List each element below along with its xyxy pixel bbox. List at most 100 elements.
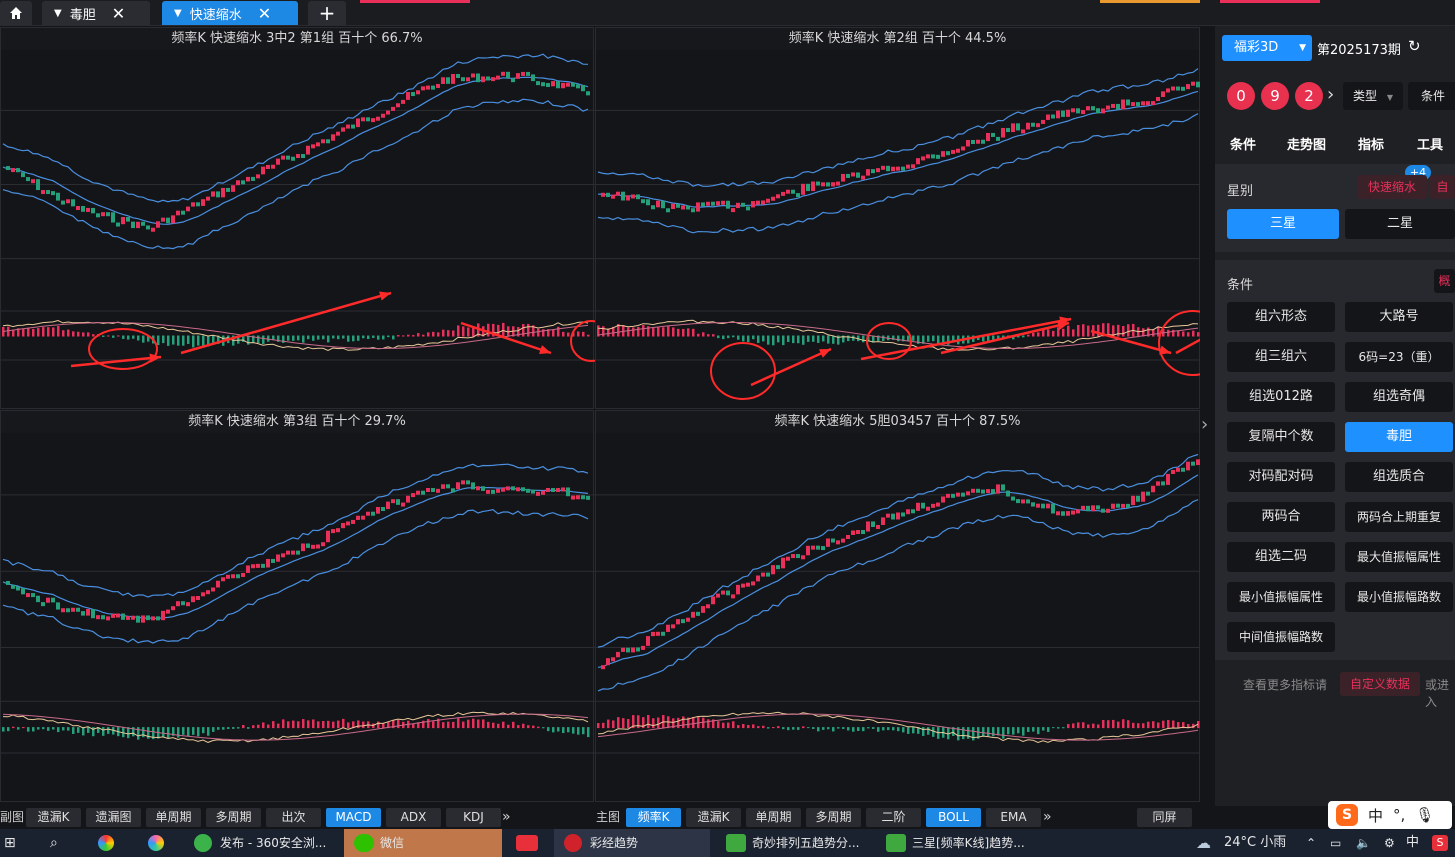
star-opt-two[interactable]: 二星: [1345, 209, 1455, 239]
star-opt-three[interactable]: 三星: [1227, 209, 1339, 239]
nav-tab-tools[interactable]: 工具: [1417, 134, 1443, 153]
ime-punct[interactable]: °,: [1393, 806, 1405, 824]
btn-adx[interactable]: ADX: [386, 808, 441, 827]
add-tab-button[interactable]: +: [308, 1, 346, 25]
candle: [121, 217, 125, 225]
search-icon[interactable]: ⌕: [50, 829, 58, 857]
condition-item[interactable]: 组三组六: [1227, 342, 1335, 372]
nav-tab-trend[interactable]: 走势图: [1287, 134, 1326, 153]
btn-danzhouqi[interactable]: 单周期: [146, 808, 201, 827]
refresh-icon[interactable]: ↻: [1408, 37, 1421, 55]
condition-item[interactable]: 6码=23（重）: [1345, 342, 1453, 372]
condition-item[interactable]: 中间值振幅路数: [1227, 622, 1335, 652]
ime-lang[interactable]: 中: [1368, 805, 1383, 826]
condition-more[interactable]: 概: [1434, 269, 1455, 293]
btn-kdj[interactable]: KDJ: [446, 808, 501, 827]
candle: [226, 187, 230, 192]
wps-icon[interactable]: [516, 835, 538, 851]
home-tab[interactable]: [0, 1, 32, 25]
type-dropdown[interactable]: 类型 ▼: [1343, 82, 1403, 110]
btn-yiloutu[interactable]: 遗漏图: [86, 808, 141, 827]
volume-icon[interactable]: 🔈: [1356, 829, 1371, 857]
condition-item[interactable]: 最大值振幅属性: [1345, 542, 1453, 572]
condition-item[interactable]: 两码合: [1227, 502, 1335, 532]
chart-pane-3[interactable]: 频率K 快速缩水 第3组 百十个 29.7%: [0, 410, 595, 802]
chevron-right-icon[interactable]: ›: [1201, 414, 1208, 435]
tray-icon[interactable]: ⚙: [1384, 829, 1395, 857]
btn-ema[interactable]: EMA: [986, 808, 1041, 827]
candle: [666, 208, 670, 213]
more-right-icon[interactable]: »: [1043, 808, 1052, 827]
candle: [946, 151, 950, 156]
app-icon-2[interactable]: [148, 835, 164, 851]
macd-bar: [557, 727, 560, 732]
same-screen-button[interactable]: 同屏: [1137, 808, 1192, 827]
condition-item[interactable]: 两码合上期重复: [1345, 502, 1453, 532]
panel-splitter[interactable]: ›: [1200, 26, 1215, 806]
condition-dropdown[interactable]: 条件: [1408, 82, 1455, 110]
tab-kuaisu[interactable]: ▼ 快速缩水 ✕: [162, 1, 298, 25]
macd-bar: [752, 724, 755, 729]
chart-pane-2[interactable]: 频率K 快速缩水 第2组 百十个 44.5%: [595, 27, 1201, 409]
btn-pinlvk[interactable]: 频率K: [626, 808, 681, 827]
condition-item[interactable]: 复隔中个数: [1227, 422, 1335, 452]
tag-custom[interactable]: 自: [1430, 175, 1455, 199]
condition-item[interactable]: 最小值振幅属性: [1227, 582, 1335, 612]
tab-dudan[interactable]: ▼ 毒胆 ✕: [42, 1, 150, 25]
condition-item[interactable]: 对码配对码: [1227, 462, 1335, 492]
nav-tab-conditions[interactable]: 条件: [1230, 134, 1256, 153]
sogou-tray-icon[interactable]: S: [1432, 835, 1448, 851]
btn-duozhouqi-main[interactable]: 多周期: [806, 808, 861, 827]
task-wechat[interactable]: 微信: [344, 829, 502, 857]
btn-duozhouqi[interactable]: 多周期: [206, 808, 261, 827]
macd-bar: [422, 334, 425, 337]
microphone-icon[interactable]: 🎙: [1415, 806, 1434, 824]
close-icon[interactable]: ✕: [258, 4, 271, 23]
chart-pane-1[interactable]: 频率K 快速缩水 3中2 第1组 百十个 66.7%: [0, 27, 595, 409]
condition-item[interactable]: 最小值振幅路数: [1345, 582, 1453, 612]
task-caijing[interactable]: 彩经趋势: [554, 829, 710, 857]
macd-bar: [842, 727, 845, 729]
custom-data-link[interactable]: 自定义数据: [1340, 672, 1420, 696]
btn-macd[interactable]: MACD: [326, 808, 381, 827]
pane-title: 频率K 快速缩水 5胆03457 百十个 87.5%: [596, 411, 1199, 433]
btn-chuci[interactable]: 出次: [266, 808, 321, 827]
tray-chevron-icon[interactable]: ⌃: [1306, 829, 1316, 857]
candle: [26, 177, 30, 182]
candle: [1046, 503, 1050, 509]
weather-text[interactable]: 24°C 小雨: [1224, 829, 1286, 857]
app-icon-1[interactable]: [98, 835, 114, 851]
task-browser[interactable]: 发布 - 360安全浏...: [190, 829, 340, 857]
close-icon[interactable]: ✕: [112, 4, 125, 23]
condition-item[interactable]: 组选奇偶: [1345, 382, 1453, 412]
btn-yilouk-main[interactable]: 遗漏K: [686, 808, 741, 827]
condition-item[interactable]: 组选二码: [1227, 542, 1335, 572]
network-icon[interactable]: ▭: [1330, 829, 1341, 857]
tag-kuaisu[interactable]: 快速缩水: [1357, 175, 1427, 199]
task-qimiao[interactable]: 奇妙排列五趋势分...: [722, 829, 872, 857]
condition-item[interactable]: 毒胆: [1345, 422, 1453, 452]
btn-yilouk[interactable]: 遗漏K: [26, 808, 81, 827]
macd-bar: [272, 721, 275, 729]
btn-erjie[interactable]: 二阶: [866, 808, 921, 827]
btn-danzhouqi-main[interactable]: 单周期: [746, 808, 801, 827]
lottery-select[interactable]: 福彩3D ▼: [1222, 35, 1312, 61]
macd-bar: [897, 335, 900, 342]
macd-bar: [627, 327, 630, 337]
condition-item[interactable]: 组选012路: [1227, 382, 1335, 412]
chart-pane-4[interactable]: 频率K 快速缩水 5胆03457 百十个 87.5%: [595, 410, 1201, 802]
task-sanxing[interactable]: 三星[频率K线]趋势...: [882, 829, 1032, 857]
macd-bar: [517, 725, 520, 729]
condition-item[interactable]: 大路号: [1345, 302, 1453, 332]
btn-boll[interactable]: BOLL: [926, 808, 981, 827]
condition-item[interactable]: 组六形态: [1227, 302, 1335, 332]
windows-start-icon[interactable]: ⊞: [4, 829, 16, 857]
taskbar-ime[interactable]: 中: [1406, 829, 1419, 857]
candle: [316, 544, 320, 549]
more-right-icon[interactable]: »: [502, 808, 511, 827]
condition-item[interactable]: 组选质合: [1345, 462, 1453, 492]
chevron-right-icon[interactable]: ›: [1327, 84, 1334, 105]
macd-bar: [57, 325, 60, 337]
nav-tab-indicator[interactable]: 指标: [1358, 134, 1384, 153]
ime-toolbar[interactable]: S 中 °, 🎙: [1328, 801, 1452, 829]
